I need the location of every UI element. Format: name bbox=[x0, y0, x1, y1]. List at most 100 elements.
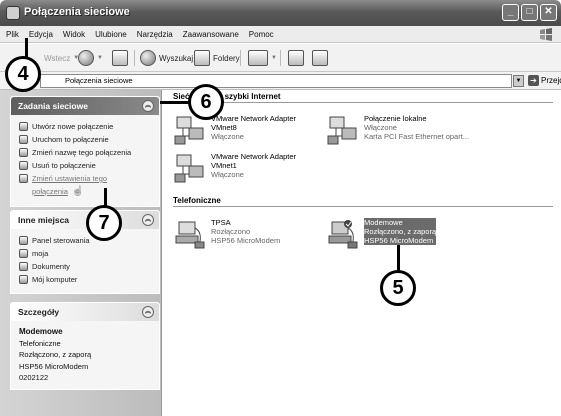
other-places-header[interactable]: Inne miejsca ︽ bbox=[11, 211, 159, 229]
place-documents[interactable]: Dokumenty bbox=[19, 260, 153, 273]
dialup-connection-icon bbox=[175, 221, 205, 249]
details-status: Rozłączono, z zaporą bbox=[19, 350, 92, 359]
toolbar-separator bbox=[280, 50, 281, 66]
menu-view[interactable]: Widok bbox=[63, 30, 85, 39]
views-icon bbox=[248, 50, 268, 66]
menu-help[interactable]: Pomoc bbox=[249, 30, 274, 39]
details-type: Telefoniczne bbox=[19, 338, 61, 348]
lan-connection-icon bbox=[174, 154, 204, 183]
menu-bar: Plik Edycja Widok Ulubione Narzędzia Zaa… bbox=[0, 26, 561, 43]
task-create-connection[interactable]: Utwórz nowe połączenie bbox=[19, 120, 153, 133]
forward-button[interactable]: ▼ bbox=[78, 48, 103, 68]
address-bar: Połączenia sieciowe ▼ ➔ Przejdź bbox=[0, 72, 561, 90]
copy-to-folder-icon bbox=[312, 50, 328, 66]
place-network[interactable]: moja bbox=[19, 247, 153, 260]
callout-5: 5 bbox=[380, 270, 416, 306]
network-tasks-panel: Zadania sieciowe ︽ Utwórz nowe połączeni… bbox=[10, 96, 160, 207]
go-label: Przejdź bbox=[541, 76, 561, 85]
new-connection-icon bbox=[19, 122, 28, 131]
task-rename-connection[interactable]: Zmień nazwę tego połączenia bbox=[19, 146, 153, 159]
window-title: Połączenia sieciowe bbox=[24, 6, 130, 18]
maximize-button[interactable]: □ bbox=[521, 4, 538, 21]
task-change-settings[interactable]: Zmień ustawienia tego bbox=[19, 172, 153, 185]
folders-icon bbox=[194, 50, 210, 66]
address-value: Połączenia sieciowe bbox=[65, 76, 133, 85]
callout-4: 4 bbox=[5, 56, 41, 92]
windows-logo-icon bbox=[540, 28, 552, 41]
go-arrow-icon: ➔ bbox=[528, 75, 539, 86]
window-controls: _ □ ✕ bbox=[502, 4, 557, 21]
toolbar: Wstecz ▼ ▼ Wyszukaj Foldery ▼ bbox=[0, 44, 561, 72]
folders-label: Foldery bbox=[213, 53, 240, 63]
other-places-title: Inne miejsca bbox=[18, 215, 70, 225]
connections-view: Sieć LAN lub szybki Internet VMware Netw… bbox=[163, 90, 561, 416]
callout-6: 6 bbox=[188, 84, 224, 120]
menu-file[interactable]: Plik bbox=[6, 30, 19, 39]
network-tasks-title: Zadania sieciowe bbox=[18, 101, 88, 111]
menu-advanced[interactable]: Zaawansowane bbox=[183, 30, 239, 39]
callout-7: 7 bbox=[86, 205, 122, 241]
collapse-icon[interactable]: ︽ bbox=[142, 214, 154, 226]
search-button[interactable]: Wyszukaj bbox=[140, 48, 193, 68]
close-button[interactable]: ✕ bbox=[540, 4, 557, 21]
details-title: Szczegóły bbox=[18, 307, 60, 317]
callout-line bbox=[160, 101, 190, 104]
properties-icon bbox=[19, 174, 28, 183]
go-button[interactable]: ➔ Przejdź bbox=[528, 75, 561, 86]
connection-vmnet1[interactable]: VMware Network Adapter VMnet1 Włączone bbox=[173, 152, 343, 188]
callout-line bbox=[397, 245, 400, 272]
toolbar-separator bbox=[134, 50, 135, 66]
network-connections-icon bbox=[6, 6, 20, 20]
lan-group-header: Sieć LAN lub szybki Internet bbox=[173, 92, 553, 103]
details-phone: 0202122 bbox=[19, 373, 49, 382]
dial-icon bbox=[19, 135, 28, 144]
dialup-firewall-connection-icon bbox=[328, 220, 358, 249]
lan-connection-icon bbox=[327, 116, 357, 145]
delete-icon bbox=[19, 161, 28, 170]
title-bar: Połączenia sieciowe _ □ ✕ bbox=[0, 0, 561, 26]
connection-modemowe[interactable]: Modemowe Rozłączono, z zaporą HSP56 MicroM… bbox=[326, 218, 496, 254]
details-header[interactable]: Szczegóły ︽ bbox=[11, 303, 159, 321]
move-to-folder-icon bbox=[288, 50, 304, 66]
views-button[interactable]: ▼ bbox=[248, 48, 277, 68]
menu-tools[interactable]: Narzędzia bbox=[137, 30, 173, 39]
place-control-panel[interactable]: Panel sterowania bbox=[19, 234, 153, 247]
menu-favorites[interactable]: Ulubione bbox=[95, 30, 127, 39]
hand-cursor-icon: ☝ bbox=[71, 186, 85, 197]
back-label: Wstecz bbox=[44, 53, 71, 63]
task-pane: Zadania sieciowe ︽ Utwórz nowe połączeni… bbox=[0, 90, 162, 416]
my-computer-icon bbox=[19, 275, 28, 284]
place-my-computer[interactable]: Mój komputer bbox=[19, 273, 153, 286]
copy-to-button[interactable] bbox=[312, 48, 328, 68]
collapse-icon[interactable]: ︽ bbox=[142, 306, 154, 318]
dialup-group-header: Telefoniczne bbox=[173, 196, 553, 207]
task-change-settings-cont[interactable]: połączenia ☝ bbox=[19, 185, 153, 198]
network-places-icon bbox=[19, 249, 28, 258]
forward-arrow-icon bbox=[78, 50, 94, 66]
address-dropdown-button[interactable]: ▼ bbox=[513, 75, 524, 87]
task-start-connection[interactable]: Uruchom to połączenie bbox=[19, 133, 153, 146]
search-icon bbox=[140, 50, 156, 66]
connection-vmnet8[interactable]: VMware Network Adapter VMnet8 Włączone bbox=[173, 114, 343, 150]
other-places-panel: Inne miejsca ︽ Panel sterowania moja Dok… bbox=[10, 210, 160, 294]
task-delete-connection[interactable]: Usuń to połączenie bbox=[19, 159, 153, 172]
details-name: Modemowe bbox=[19, 327, 63, 336]
network-tasks-header[interactable]: Zadania sieciowe ︽ bbox=[11, 97, 159, 115]
up-folder-button[interactable] bbox=[112, 48, 128, 68]
address-input[interactable]: Połączenia sieciowe bbox=[40, 74, 512, 88]
details-panel: Szczegóły ︽ Modemowe Telefoniczne Rozłąc… bbox=[10, 302, 160, 390]
menu-edit[interactable]: Edycja bbox=[29, 30, 53, 39]
collapse-icon[interactable]: ︽ bbox=[142, 100, 154, 112]
control-panel-icon bbox=[19, 236, 28, 245]
folders-button[interactable]: Foldery bbox=[194, 48, 240, 68]
up-folder-icon bbox=[112, 50, 128, 66]
rename-icon bbox=[19, 148, 28, 157]
connection-tpsa[interactable]: TPSA Rozłączono HSP56 MicroModem bbox=[173, 218, 343, 254]
back-button[interactable]: Wstecz ▼ bbox=[44, 48, 79, 68]
documents-folder-icon bbox=[19, 262, 28, 271]
search-label: Wyszukaj bbox=[159, 53, 194, 63]
minimize-button[interactable]: _ bbox=[502, 4, 519, 21]
connection-local-area[interactable]: Połączenie lokalne Włączone Karta PCI Fast… bbox=[326, 114, 526, 150]
details-device: HSP56 MicroModem bbox=[19, 361, 89, 371]
move-to-button[interactable] bbox=[288, 48, 304, 68]
